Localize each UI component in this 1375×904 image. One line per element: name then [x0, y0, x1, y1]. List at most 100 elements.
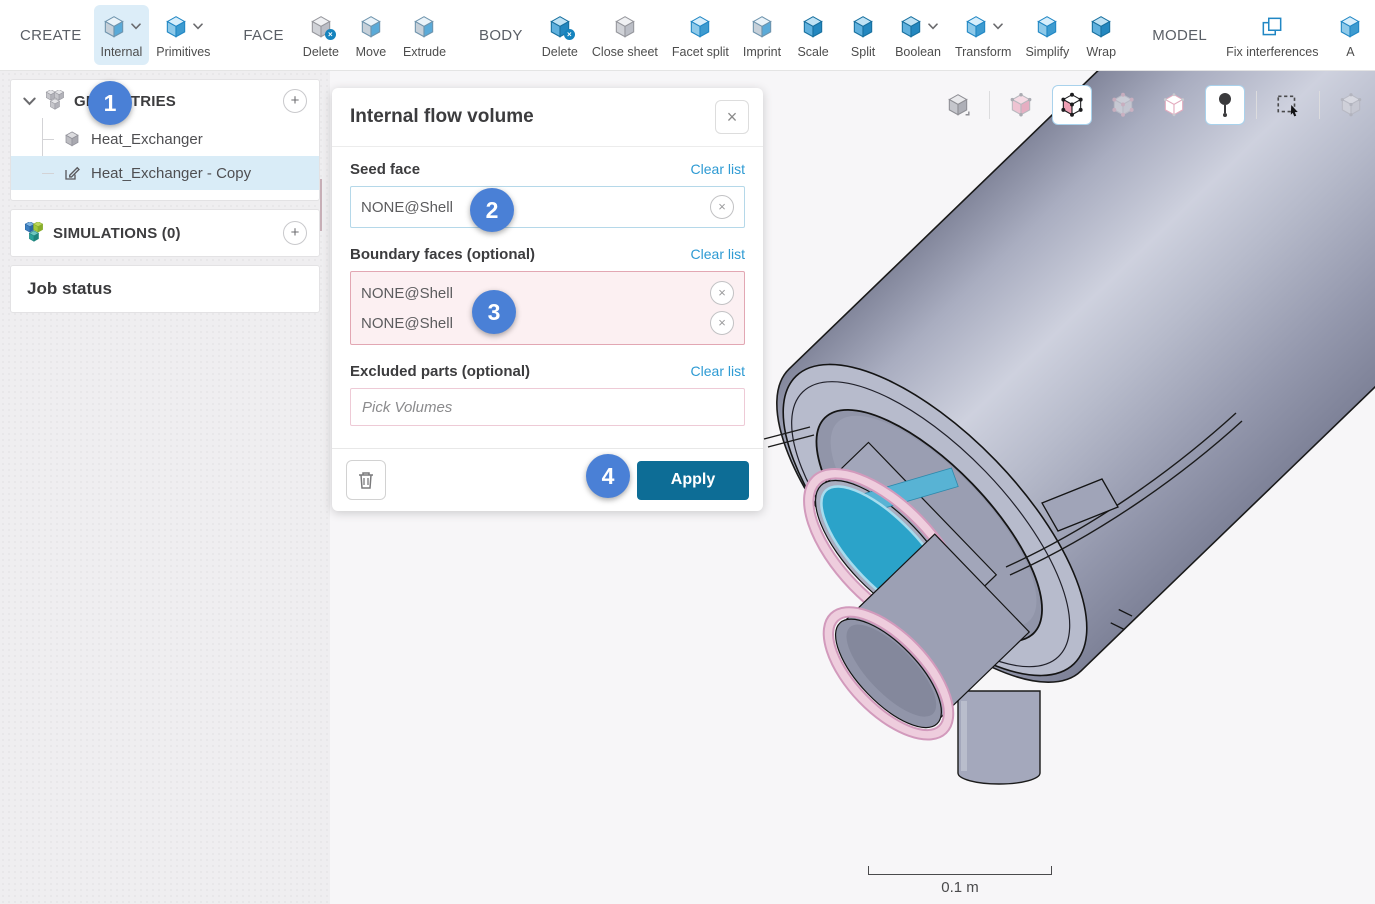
seed-clear-list-link[interactable]: Clear list — [691, 161, 745, 177]
toolbar-item-fix-interferences[interactable]: Fix interferences — [1219, 5, 1325, 65]
step-badge-2: 2 — [470, 188, 514, 232]
chevron-down-icon[interactable] — [928, 23, 938, 30]
tree-item-heat-exchanger[interactable]: Heat_Exchanger — [11, 122, 319, 156]
toolbar-group-label: FACE — [243, 27, 283, 44]
chevron-down-icon[interactable] — [993, 23, 1003, 30]
extrude-face-icon — [411, 14, 437, 40]
excluded-parts-section: Excluded parts (optional) Clear list — [350, 363, 745, 426]
scale-bar: 0.1 m — [868, 866, 1052, 896]
boundary-face-item: NONE@Shell × — [361, 308, 734, 338]
truncated-tool-icon — [1337, 14, 1363, 40]
toolbar-item-boolean[interactable]: Boolean — [888, 5, 948, 65]
toolbar-item-scale[interactable]: Scale — [788, 5, 838, 65]
panel-resize-grip[interactable] — [320, 179, 327, 205]
seed-face-item: NONE@Shell × — [361, 192, 734, 222]
toolbar-item-split[interactable]: Split — [838, 5, 888, 65]
boolean-icon — [898, 14, 924, 40]
step-badge-3: 3 — [472, 290, 516, 334]
delete-operation-button[interactable] — [346, 460, 386, 500]
add-geometry-button[interactable]: + — [283, 89, 307, 113]
seed-face-section: Seed face Clear list NONE@Shell × — [350, 161, 745, 228]
excluded-parts-label: Excluded parts (optional) — [350, 363, 530, 380]
tree-item-heat-exchanger-copy[interactable]: Heat_Exchanger - Copy — [11, 156, 319, 190]
toolbar-item-truncated[interactable]: A — [1325, 5, 1375, 65]
delete-body-icon: × — [547, 14, 573, 40]
toolbar-group-body: BODY × Delete Close sheet Facet split Im… — [473, 0, 1126, 70]
geometry-icon — [63, 130, 81, 148]
display-mode-button[interactable] — [938, 85, 978, 125]
geometries-icon — [44, 90, 66, 112]
toolbar-item-simplify[interactable]: Simplify — [1018, 5, 1076, 65]
remove-boundary-face-button[interactable]: × — [710, 281, 734, 305]
toolbar-item-face-move[interactable]: Move — [346, 5, 396, 65]
job-status-card[interactable]: Job status — [10, 265, 320, 313]
fix-interferences-icon — [1259, 14, 1285, 40]
simulations-icon — [23, 222, 45, 244]
toolbar-item-primitives[interactable]: Primitives — [149, 5, 217, 65]
internal-flow-volume-dialog: Internal flow volume × Seed face Clear l… — [332, 88, 763, 511]
remove-boundary-face-button[interactable]: × — [710, 311, 734, 335]
boundary-faces-label: Boundary faces (optional) — [350, 246, 535, 263]
seed-face-value: NONE@Shell — [361, 199, 453, 216]
add-simulation-button[interactable]: + — [283, 221, 307, 245]
select-face-button[interactable] — [1052, 85, 1092, 125]
boundary-face-value: NONE@Shell — [361, 285, 453, 302]
boundary-clear-list-link[interactable]: Clear list — [691, 246, 745, 262]
remove-seed-face-button[interactable]: × — [710, 195, 734, 219]
toolbar-group-label: CREATE — [20, 27, 82, 44]
boundary-faces-section: Boundary faces (optional) Clear list NON… — [350, 246, 745, 345]
toolbar-group-create: CREATE Internal Primitives — [14, 0, 217, 70]
trash-icon — [357, 470, 375, 490]
job-status-title: Job status — [27, 279, 112, 298]
toolbar-group-face: FACE × Delete Move Extrude — [237, 0, 453, 70]
divider — [1256, 91, 1257, 119]
apply-button[interactable]: Apply — [637, 461, 749, 500]
collapse-chevron-icon[interactable] — [23, 97, 36, 106]
toolbar-item-face-extrude[interactable]: Extrude — [396, 5, 453, 65]
scale-icon — [800, 14, 826, 40]
chevron-down-icon[interactable] — [131, 23, 141, 30]
select-assembly-button[interactable] — [1331, 85, 1371, 125]
divider — [989, 91, 990, 119]
toolbar-group-label: MODEL — [1152, 27, 1207, 44]
toolbar-item-facet-split[interactable]: Facet split — [665, 5, 736, 65]
probe-point-button[interactable] — [1205, 85, 1245, 125]
select-vertex-button[interactable] — [1103, 85, 1143, 125]
delete-face-icon: × — [308, 14, 334, 40]
divider — [1319, 91, 1320, 119]
viewport-toolbar — [938, 85, 1371, 125]
toolbar-item-close-sheet[interactable]: Close sheet — [585, 5, 665, 65]
toolbar-item-internal[interactable]: Internal — [94, 5, 150, 65]
select-edge-button[interactable] — [1154, 85, 1194, 125]
scale-bar-line — [868, 866, 1052, 875]
seed-face-label: Seed face — [350, 161, 420, 178]
toolbar-group-model: MODEL Fix interferences A — [1146, 0, 1375, 70]
top-toolbar: CREATE Internal Primitives FACE × Delete… — [0, 0, 1375, 71]
tree-item-label: Heat_Exchanger - Copy — [91, 165, 251, 182]
move-face-icon — [358, 14, 384, 40]
toolbar-item-transform[interactable]: Transform — [948, 5, 1019, 65]
simplify-icon — [1034, 14, 1060, 40]
select-volume-button[interactable] — [1001, 85, 1041, 125]
boundary-faces-listbox[interactable]: NONE@Shell × NONE@Shell × — [350, 271, 745, 345]
step-badge-4: 4 — [586, 454, 630, 498]
toolbar-group-label: BODY — [479, 27, 523, 44]
excluded-clear-list-link[interactable]: Clear list — [691, 363, 745, 379]
close-icon[interactable]: × — [715, 100, 749, 134]
seed-face-listbox[interactable]: NONE@Shell × — [350, 186, 745, 228]
close-sheet-icon — [612, 14, 638, 40]
simulations-title: SIMULATIONS (0) — [53, 225, 275, 242]
split-icon — [850, 14, 876, 40]
chevron-down-icon[interactable] — [193, 23, 203, 30]
step-badge-1: 1 — [88, 81, 132, 125]
transform-icon — [963, 14, 989, 40]
toolbar-item-wrap[interactable]: Wrap — [1076, 5, 1126, 65]
excluded-parts-input[interactable] — [350, 388, 745, 426]
dialog-title: Internal flow volume — [350, 106, 534, 128]
toolbar-item-face-delete[interactable]: × Delete — [296, 5, 346, 65]
box-select-button[interactable] — [1268, 85, 1308, 125]
toolbar-item-imprint[interactable]: Imprint — [736, 5, 788, 65]
toolbar-item-body-delete[interactable]: × Delete — [535, 5, 585, 65]
tree-item-label: Heat_Exchanger — [91, 131, 203, 148]
simulations-card: SIMULATIONS (0) + — [10, 209, 320, 257]
